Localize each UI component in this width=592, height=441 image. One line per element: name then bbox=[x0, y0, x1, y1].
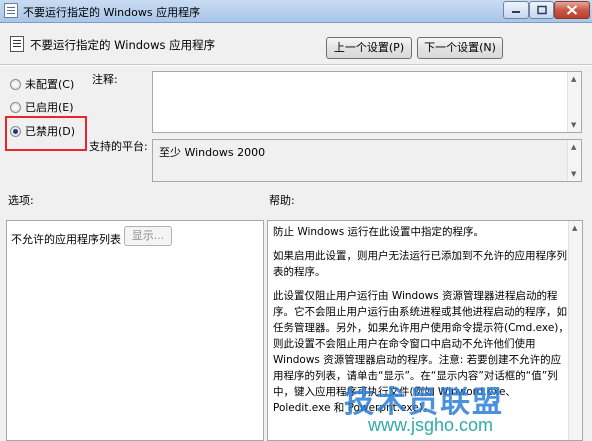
maximize-icon bbox=[536, 5, 547, 15]
next-setting-button[interactable]: 下一个设置(N) bbox=[417, 37, 503, 59]
show-button[interactable]: 显示... bbox=[124, 226, 172, 246]
maximize-button[interactable] bbox=[529, 1, 554, 19]
comment-label: 注释: bbox=[92, 73, 118, 86]
radio-label: 未配置(C) bbox=[25, 78, 75, 91]
policy-title: 不要运行指定的 Windows 应用程序 bbox=[30, 38, 216, 52]
help-paragraph: 此设置仅阻止用户运行由 Windows 资源管理器进程启动的程序。它不会阻止用户… bbox=[273, 290, 569, 414]
radio-button-icon[interactable] bbox=[10, 79, 21, 90]
previous-setting-button[interactable]: 上一个设置(P) bbox=[326, 37, 412, 59]
scroll-up-icon[interactable]: ▲ bbox=[571, 75, 576, 83]
disallowed-apps-label: 不允许的应用程序列表 bbox=[11, 233, 121, 246]
red-highlight-box bbox=[5, 116, 87, 151]
header-divider bbox=[0, 64, 592, 66]
comment-textarea[interactable]: ▲ ▼ bbox=[152, 71, 582, 133]
options-label: 选项: bbox=[8, 194, 34, 207]
close-button[interactable] bbox=[554, 1, 590, 19]
help-panel: 防止 Windows 运行在此设置中指定的程序。 如果启用此设置，则用户无法运行… bbox=[267, 220, 583, 441]
radio-button-icon[interactable] bbox=[10, 102, 21, 113]
policy-doc-icon bbox=[4, 3, 18, 18]
comment-scrollbar[interactable]: ▲ ▼ bbox=[567, 72, 581, 132]
minimize-icon bbox=[512, 11, 520, 13]
scroll-down-icon[interactable]: ▼ bbox=[571, 121, 576, 129]
radio-enabled[interactable]: 已启用(E) bbox=[10, 99, 74, 115]
platform-label: 支持的平台: bbox=[89, 140, 148, 153]
platform-field: 至少 Windows 2000 ▲ ▼ bbox=[152, 139, 582, 182]
help-text: 防止 Windows 运行在此设置中指定的程序。 如果启用此设置，则用户无法运行… bbox=[273, 224, 569, 424]
scroll-down-icon[interactable]: ▼ bbox=[571, 170, 576, 178]
policy-setting-icon bbox=[10, 36, 24, 52]
help-paragraph: 防止 Windows 运行在此设置中指定的程序。 bbox=[273, 226, 485, 238]
platform-scrollbar[interactable]: ▲ ▼ bbox=[567, 140, 581, 181]
scroll-up-icon[interactable]: ▲ bbox=[571, 143, 576, 151]
help-paragraph: 如果启用此设置，则用户无法运行已添加到不允许的应用程序列表的程序。 bbox=[273, 250, 567, 278]
title-bar: 不要运行指定的 Windows 应用程序 bbox=[0, 0, 592, 23]
help-label: 帮助: bbox=[269, 194, 295, 207]
scroll-up-icon[interactable]: ▲ bbox=[572, 224, 577, 232]
close-icon bbox=[566, 5, 578, 15]
window-title: 不要运行指定的 Windows 应用程序 bbox=[23, 6, 201, 19]
options-panel: 不允许的应用程序列表 bbox=[6, 220, 264, 441]
minimize-button[interactable] bbox=[503, 1, 529, 19]
radio-label: 已启用(E) bbox=[25, 101, 74, 114]
help-scrollbar[interactable]: ▲ bbox=[568, 221, 582, 440]
radio-not-configured[interactable]: 未配置(C) bbox=[10, 76, 74, 92]
platform-value: 至少 Windows 2000 bbox=[159, 146, 266, 159]
